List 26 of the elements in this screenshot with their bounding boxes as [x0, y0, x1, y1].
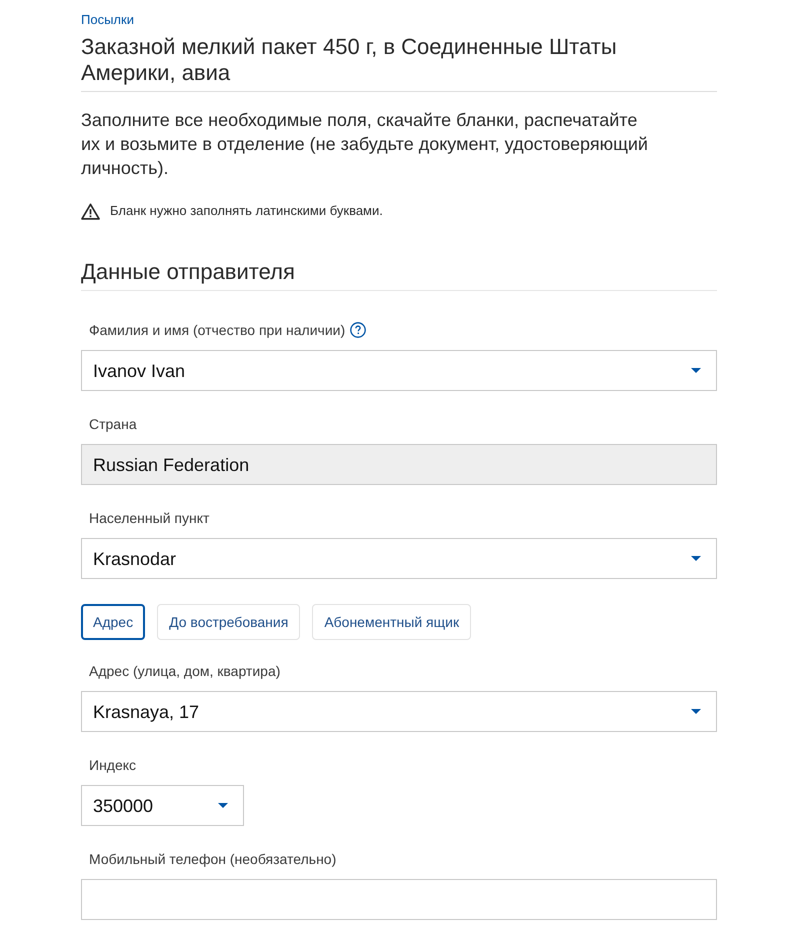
field-label: Мобильный телефон (необязательно): [89, 850, 336, 869]
caret-icon: [218, 803, 228, 808]
input-field[interactable]: [81, 879, 717, 920]
help-icon[interactable]: [350, 322, 366, 338]
address-type-tab[interactable]: Абонементный ящик: [312, 604, 472, 640]
caret-icon: [691, 709, 701, 714]
caret-icon: [691, 368, 701, 373]
field-label: Адрес (улица, дом, квартира): [89, 662, 280, 681]
section-title: Данные отправителя: [81, 259, 296, 285]
instructions-text: Заполните все необходимые поля, скачайте бланки, распечатайте их и возьмите в отделение (не забудьте документ, удостоверяющий личность).: [81, 109, 649, 180]
page-title: Заказной мелкий пакет 450 г, в Соединенные Штаты Америки, авиа: [81, 34, 618, 86]
warning-text: Бланк нужно заполнять латинскими буквами.: [110, 202, 383, 220]
address-type-tab[interactable]: Адрес: [81, 604, 146, 640]
breadcrumb-link[interactable]: Посылки: [81, 11, 134, 29]
field-label: Страна: [89, 415, 137, 434]
field-label: Индекс: [89, 756, 136, 775]
field-label: Фамилия и имя (отчество при наличии): [89, 321, 346, 340]
select-field[interactable]: Ivanov Ivan: [81, 350, 717, 391]
caret-icon: [691, 556, 701, 561]
select-field[interactable]: Krasnaya, 17: [81, 691, 717, 732]
disabled-field: Russian Federation: [81, 444, 717, 485]
address-type-tab[interactable]: До востребования: [157, 604, 300, 640]
select-field[interactable]: 350000: [81, 785, 244, 826]
warning-icon: [81, 202, 100, 220]
field-label: Населенный пункт: [89, 509, 210, 528]
select-field[interactable]: Krasnodar: [81, 538, 717, 579]
